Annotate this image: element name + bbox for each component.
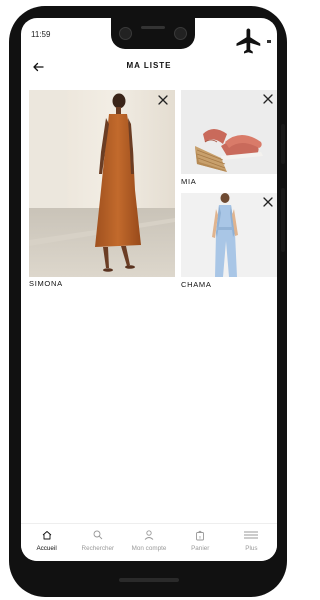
remove-icon[interactable] <box>262 196 274 208</box>
tab-label: Plus <box>245 545 258 552</box>
search-icon <box>93 530 103 540</box>
tab-search[interactable]: Rechercher <box>72 524 123 561</box>
camera-icon <box>119 27 132 40</box>
menu-icon <box>244 531 259 539</box>
camera-notch <box>111 18 195 49</box>
tab-label: Mon compte <box>131 545 167 552</box>
product-name: SIMONA <box>29 279 63 288</box>
product-name: CHAMA <box>181 280 212 289</box>
user-icon <box>144 530 154 540</box>
bag-icon: 0 <box>196 530 205 541</box>
power-button <box>281 124 285 164</box>
status-icons <box>234 26 271 56</box>
list-item-chama[interactable]: CHAMA <box>181 193 277 293</box>
list-item-simona[interactable]: SIMONA <box>29 90 175 290</box>
bottom-tab-bar: Accueil Rechercher Mon compte 0 Panier P… <box>21 523 277 561</box>
list-item-mia[interactable]: MIA <box>181 90 277 187</box>
product-image-dress[interactable] <box>29 90 175 277</box>
top-bar: MA LISTE <box>21 56 277 78</box>
speaker-grille <box>141 26 165 29</box>
status-time: 11:59 <box>31 30 51 39</box>
tab-cart[interactable]: 0 Panier <box>175 524 226 561</box>
svg-text:0: 0 <box>199 534 202 539</box>
remove-icon[interactable] <box>262 93 274 105</box>
battery-icon <box>267 39 271 43</box>
tab-label: Accueil <box>36 545 57 552</box>
tab-more[interactable]: Plus <box>226 524 277 561</box>
tab-account[interactable]: Mon compte <box>123 524 174 561</box>
tab-home[interactable]: Accueil <box>21 524 72 561</box>
tab-label: Rechercher <box>81 545 115 552</box>
page-title: MA LISTE <box>126 61 172 70</box>
app-screen: 11:59 MA LISTE SIMONA MIA CHAMA Accueil … <box>21 18 277 561</box>
volume-button <box>281 188 285 252</box>
camera-icon <box>174 27 187 40</box>
tab-label: Panier <box>191 545 210 552</box>
remove-icon[interactable] <box>157 94 169 106</box>
home-indicator <box>119 578 179 582</box>
airplane-mode-icon <box>236 28 261 54</box>
product-name: MIA <box>181 177 197 186</box>
home-icon <box>42 531 51 540</box>
